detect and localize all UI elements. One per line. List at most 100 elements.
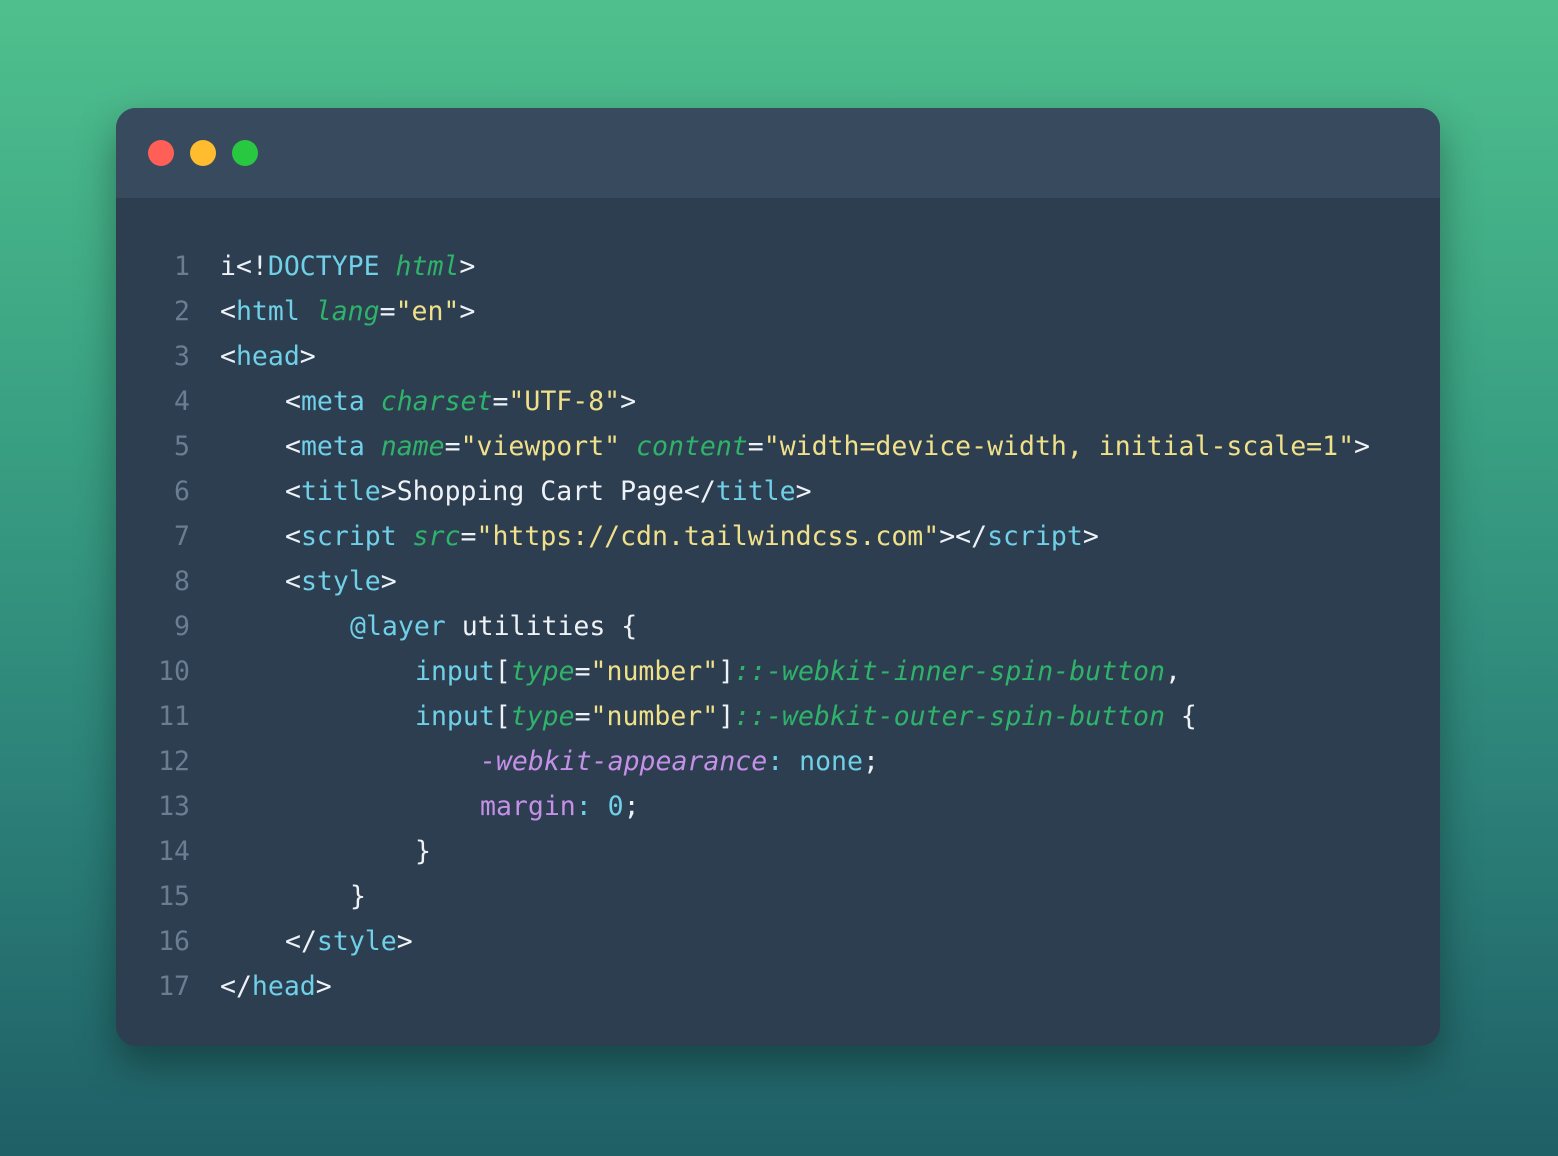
code-token: script <box>987 521 1083 552</box>
code-token: style <box>316 926 397 957</box>
code-text: </head> <box>220 964 332 1009</box>
line-number: 7 <box>174 521 190 552</box>
code-token: < <box>285 521 301 552</box>
code-block: 1 i<!DOCTYPE html> 2 <html lang="en"> 3 <head… <box>116 244 1440 1009</box>
code-token: : <box>767 746 800 777</box>
code-token: = <box>574 701 591 732</box>
close-window-button[interactable] <box>148 140 174 166</box>
code-line: 3 <head> <box>116 334 1440 379</box>
code-token: > <box>1354 431 1371 462</box>
code-line: 2 <html lang="en"> <box>116 289 1440 334</box>
code-token: content <box>636 431 748 462</box>
code-token: -webkit-appearance <box>480 746 768 777</box>
code-token: type <box>510 701 575 732</box>
line-number: 16 <box>158 926 190 957</box>
line-number: 4 <box>174 386 190 417</box>
code-token: script <box>300 521 397 552</box>
code-token: >Shopping Cart Page</ <box>380 476 716 507</box>
code-text: -webkit-appearance: none; <box>220 739 879 784</box>
code-token: > <box>1082 521 1099 552</box>
code-line: 16 </style> <box>116 919 1440 964</box>
code-line: 9 @layer utilities { <box>116 604 1440 649</box>
code-text: </style> <box>220 919 413 964</box>
line-number: 10 <box>158 656 190 687</box>
code-line: 8 <style> <box>116 559 1440 604</box>
code-token: "number" <box>590 656 719 687</box>
code-token: charset <box>380 386 493 417</box>
code-token: ></ <box>939 521 988 552</box>
code-line: 17 </head> <box>116 964 1440 1009</box>
code-token: type <box>510 656 575 687</box>
code-token: ; <box>623 791 640 822</box>
line-number: 1 <box>174 251 190 282</box>
code-token: title <box>715 476 796 507</box>
code-token: < <box>285 566 301 597</box>
code-token: "UTF-8" <box>508 386 621 417</box>
code-text: <meta name="viewport" content="width=dev… <box>220 424 1370 469</box>
code-token: > <box>620 386 637 417</box>
code-token: , <box>1164 656 1181 687</box>
code-token: "number" <box>590 701 719 732</box>
code-token: = <box>574 656 591 687</box>
code-token: lang <box>315 296 380 327</box>
code-text: @layer utilities { <box>220 604 637 649</box>
line-number: 9 <box>174 611 190 642</box>
window-titlebar <box>116 108 1440 198</box>
code-token: "https://cdn.tailwindcss.com" <box>476 521 940 552</box>
line-number: 3 <box>174 341 190 372</box>
code-line: 5 <meta name="viewport" content="width=de… <box>116 424 1440 469</box>
line-number: 6 <box>174 476 190 507</box>
line-number: 15 <box>158 881 190 912</box>
code-text: <html lang="en"> <box>220 289 475 334</box>
code-token: input <box>415 656 495 687</box>
code-text: <meta charset="UTF-8"> <box>220 379 636 424</box>
code-line: 10 input[type="number"]::-webkit-inner-sp… <box>116 649 1440 694</box>
code-token: < <box>220 341 236 372</box>
line-number: 11 <box>158 701 190 732</box>
code-token: "en" <box>395 296 460 327</box>
code-text: } <box>220 874 366 919</box>
code-token: { <box>1164 701 1197 732</box>
code-window: 1 i<!DOCTYPE html> 2 <html lang="en"> 3 <head… <box>116 108 1440 1046</box>
code-token: < <box>220 296 236 327</box>
code-token: head <box>235 341 300 372</box>
code-token: = <box>379 296 396 327</box>
code-token: [ <box>494 701 511 732</box>
code-token: title <box>300 476 381 507</box>
code-token: ] <box>718 656 735 687</box>
code-text: <style> <box>220 559 397 604</box>
code-token: = <box>747 431 764 462</box>
code-token: utilities { <box>445 611 638 642</box>
code-token: > <box>299 341 316 372</box>
code-text: i<!DOCTYPE html> <box>220 244 475 289</box>
minimize-window-button[interactable] <box>190 140 216 166</box>
line-number: 17 <box>158 971 190 1002</box>
code-text: <script src="https://cdn.tailwindcss.com… <box>220 514 1099 559</box>
code-token: : <box>575 791 608 822</box>
code-line: 1 i<!DOCTYPE html> <box>116 244 1440 289</box>
code-line: 13 margin: 0; <box>116 784 1440 829</box>
code-token: meta <box>300 431 365 462</box>
code-token: < <box>285 431 301 462</box>
code-token: none <box>799 746 863 777</box>
code-token: </ <box>285 926 317 957</box>
code-token: input <box>415 701 495 732</box>
code-text: <title>Shopping Cart Page</title> <box>220 469 812 514</box>
code-token: = <box>444 431 461 462</box>
code-token: > <box>795 476 812 507</box>
code-token: > <box>396 926 413 957</box>
code-token: > <box>380 566 397 597</box>
code-token: margin <box>480 791 576 822</box>
code-token: html <box>395 251 460 282</box>
code-token: < <box>285 386 301 417</box>
code-text: input[type="number"]::-webkit-outer-spin… <box>220 694 1197 739</box>
code-token: head <box>251 971 316 1002</box>
code-token: > <box>315 971 332 1002</box>
zoom-window-button[interactable] <box>232 140 258 166</box>
code-token: ] <box>718 701 735 732</box>
code-token: i<! <box>220 251 268 282</box>
